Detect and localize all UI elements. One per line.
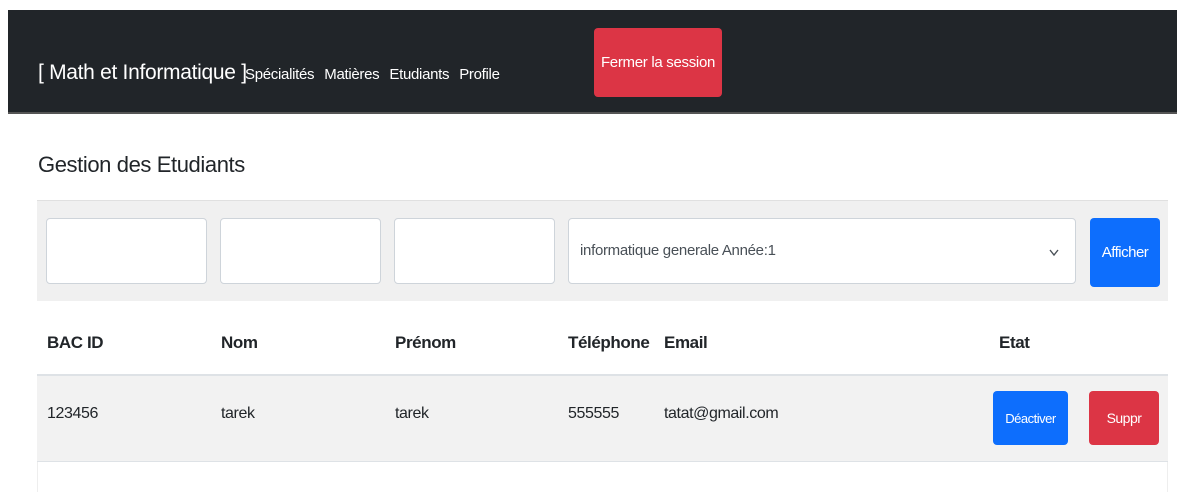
cell-telephone: 555555 bbox=[568, 405, 619, 422]
filter-prenom-input[interactable] bbox=[394, 218, 555, 284]
cell-nom: tarek bbox=[221, 405, 255, 422]
specialty-select-value: informatique generale Année:1 bbox=[580, 242, 776, 259]
show-button[interactable]: Afficher bbox=[1090, 218, 1160, 287]
empty-table-row bbox=[37, 462, 1168, 492]
nav-link-matieres[interactable]: Matières bbox=[324, 66, 379, 83]
cell-bac-id: 123456 bbox=[47, 405, 98, 422]
filter-nom-input[interactable] bbox=[220, 218, 381, 284]
filter-bar: informatique generale Année:1 Afficher bbox=[37, 200, 1168, 301]
nav-link-profile[interactable]: Profile bbox=[459, 66, 500, 83]
header-prenom: Prénom bbox=[395, 333, 456, 352]
filter-bac-id-input[interactable] bbox=[46, 218, 207, 284]
nav-link-etudiants[interactable]: Etudiants bbox=[389, 66, 449, 83]
specialty-select[interactable]: informatique generale Année:1 bbox=[568, 218, 1076, 284]
cell-email: tatat@gmail.com bbox=[664, 405, 779, 422]
logout-button[interactable]: Fermer la session bbox=[594, 28, 722, 97]
header-nom: Nom bbox=[221, 333, 258, 352]
header-etat: Etat bbox=[999, 333, 1030, 352]
page-title: Gestion des Etudiants bbox=[38, 152, 245, 177]
header-bac-id: BAC ID bbox=[47, 333, 104, 352]
delete-button[interactable]: Suppr bbox=[1089, 391, 1159, 445]
cell-prenom: tarek bbox=[395, 405, 429, 422]
brand-title[interactable]: [ Math et Informatique ] bbox=[38, 61, 247, 85]
table-row: 123456 tarek tarek 555555 tatat@gmail.co… bbox=[37, 376, 1168, 462]
header-telephone: Téléphone bbox=[568, 333, 650, 352]
chevron-down-icon bbox=[1049, 249, 1059, 257]
header-email: Email bbox=[664, 333, 708, 352]
nav-link-specialites[interactable]: Spécialités bbox=[245, 66, 315, 83]
main-nav: Spécialités Matières Etudiants Profile bbox=[245, 66, 500, 83]
deactivate-button[interactable]: Déactiver bbox=[993, 391, 1068, 445]
top-navbar: [ Math et Informatique ] Spécialités Mat… bbox=[8, 10, 1177, 114]
